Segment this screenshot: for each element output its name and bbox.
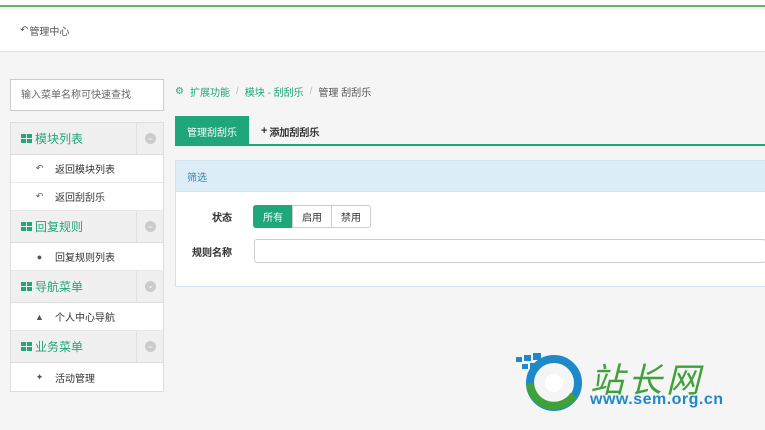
sidebar-item-activity-manage[interactable]: ✦ 活动管理 (11, 363, 163, 391)
rule-name-label: 规则名称 (192, 247, 232, 259)
watermark-logo-icon (516, 353, 582, 411)
tab-bar: 管理刮刮乐 + 添加刮刮乐 (175, 116, 765, 146)
sidebar-item-back-scratch[interactable]: ↶ 返回刮刮乐 (11, 183, 163, 211)
sidebar-item-label: 返回模块列表 (55, 165, 115, 176)
tab-add[interactable]: + 添加刮刮乐 (249, 116, 331, 146)
menu-group-reply-rules[interactable]: 回复规则 ⌄ (11, 211, 163, 243)
breadcrumb-separator: / (235, 86, 239, 97)
status-all-button[interactable]: 所有 (253, 205, 293, 228)
tab-manage[interactable]: 管理刮刮乐 (175, 116, 249, 146)
menu-search-input[interactable] (10, 79, 164, 111)
reply-icon: ↶ (20, 25, 29, 36)
plus-icon: + (261, 125, 268, 137)
rule-name-row: 规则名称 (176, 239, 765, 263)
menu-group-title: 导航菜单 (35, 280, 84, 294)
watermark: 站长网 www.sem.org.cn (512, 349, 752, 411)
status-button-group: 所有 启用 禁用 (253, 205, 371, 228)
menu-group-title: 模块列表 (35, 132, 84, 146)
breadcrumb-current: 管理 刮刮乐 (318, 88, 372, 99)
breadcrumb: ⚙ 扩展功能 / 模块 - 刮刮乐 / 管理 刮刮乐 (175, 84, 371, 99)
th-large-icon (21, 134, 32, 143)
collapse-toggle[interactable]: ⌄ (136, 123, 164, 154)
tab-add-label: 添加刮刮乐 (269, 127, 320, 139)
chevron-down-icon: ⌄ (145, 133, 156, 144)
sidebar-item-label: 返回刮刮乐 (55, 193, 105, 204)
menu-group-nav-menu[interactable]: 导航菜单 ⌄ (11, 271, 163, 303)
gears-icon: ⚙ (175, 86, 184, 97)
sidebar: 模块列表 ⌄ ↶ 返回模块列表 ↶ 返回刮刮乐 回复规则 ⌄ ● 回复规则列表 … (10, 79, 164, 392)
comments-icon: ● (36, 251, 43, 262)
menu-group-business-menu[interactable]: 业务菜单 ⌄ (11, 331, 163, 363)
activity-icon: ✦ (35, 371, 44, 382)
breadcrumb-separator: / (309, 86, 313, 97)
filter-panel-title: 筛选 (176, 161, 765, 192)
top-bar (0, 0, 765, 7)
status-label: 状态 (212, 213, 232, 224)
th-large-icon (21, 282, 32, 291)
menu-group-modules[interactable]: 模块列表 ⌄ (11, 123, 163, 155)
collapse-toggle[interactable]: ⌄ (136, 211, 164, 242)
sidebar-item-label: 回复规则列表 (55, 253, 115, 264)
menu-group-title: 回复规则 (35, 220, 84, 234)
reply-icon: ↶ (35, 163, 44, 173)
chevron-down-icon: ⌄ (145, 221, 156, 232)
watermark-url: www.sem.org.cn (590, 391, 724, 408)
collapse-toggle[interactable]: ⌄ (136, 331, 164, 362)
chevron-down-icon: ⌄ (145, 281, 156, 292)
th-large-icon (21, 222, 32, 231)
back-to-admin-link[interactable]: ↶ 管理中心 (20, 23, 69, 38)
user-icon: ▲ (35, 311, 44, 322)
sidebar-item-reply-rule-list[interactable]: ● 回复规则列表 (11, 243, 163, 271)
chevron-down-icon: ⌄ (145, 341, 156, 352)
status-disabled-button[interactable]: 禁用 (331, 205, 371, 228)
filter-panel: 筛选 状态 所有 启用 禁用 规则名称 (175, 160, 765, 287)
rule-name-input[interactable] (254, 239, 765, 263)
header: ↶ 管理中心 (0, 7, 765, 52)
back-label: 管理中心 (29, 27, 70, 38)
th-large-icon (21, 342, 32, 351)
status-row: 状态 所有 启用 禁用 (176, 205, 371, 228)
reply-icon: ↶ (35, 191, 44, 201)
sidebar-item-label: 活动管理 (55, 373, 95, 385)
sidebar-item-back-module-list[interactable]: ↶ 返回模块列表 (11, 155, 163, 183)
breadcrumb-link-module[interactable]: 模块 - 刮刮乐 (245, 84, 304, 99)
breadcrumb-link-extensions[interactable]: 扩展功能 (190, 84, 230, 99)
sidebar-item-personal-nav[interactable]: ▲ 个人中心导航 (11, 303, 163, 331)
collapse-toggle[interactable]: ⌄ (136, 271, 164, 302)
menu-group-title: 业务菜单 (35, 340, 84, 354)
sidebar-menu: 模块列表 ⌄ ↶ 返回模块列表 ↶ 返回刮刮乐 回复规则 ⌄ ● 回复规则列表 … (10, 122, 164, 392)
status-enabled-button[interactable]: 启用 (292, 205, 332, 228)
sidebar-item-label: 个人中心导航 (55, 313, 115, 324)
